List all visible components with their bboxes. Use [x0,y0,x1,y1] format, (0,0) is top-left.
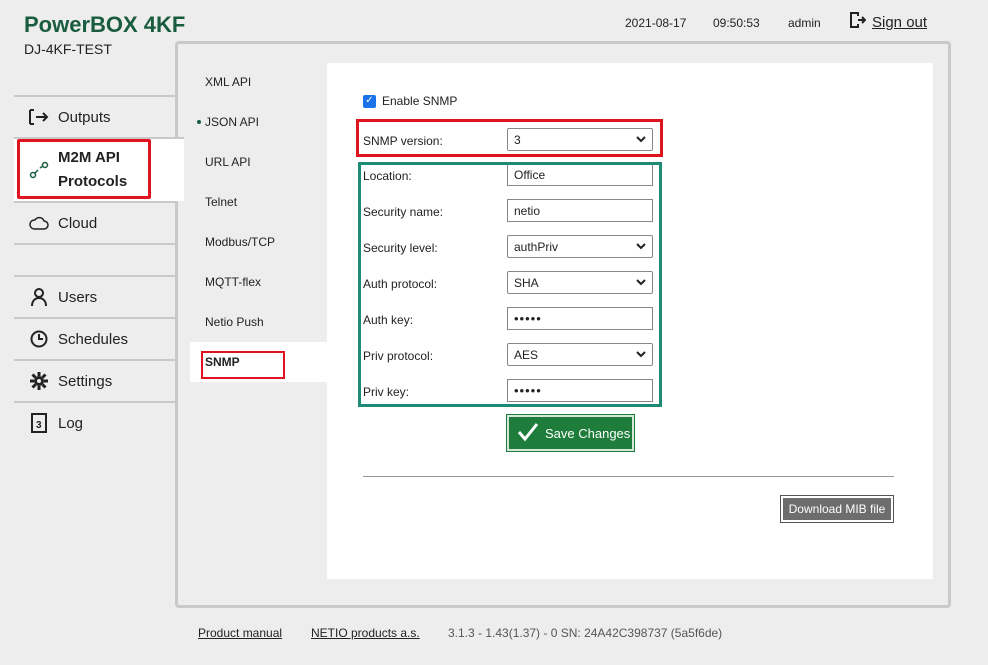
save-changes-label: Save Changes [545,425,631,441]
download-mib-button[interactable]: Download MIB file [780,495,894,523]
tab-json-api[interactable]: JSON API [190,102,327,142]
location-label: Location: [363,169,412,183]
chevron-down-icon [634,275,648,292]
enable-snmp-row: ✓ Enable SNMP [363,94,457,108]
tab-modbus-tcp[interactable]: Modbus/TCP [190,222,327,262]
priv-protocol-select[interactable]: AES [507,343,653,366]
tab-label: Telnet [205,195,238,209]
tab-label: Netio Push [205,315,264,329]
download-mib-label: Download MIB file [788,502,886,516]
sidebar-item-label: M2M API [58,149,120,166]
priv-protocol-value: AES [514,347,539,362]
enable-snmp-checkbox[interactable]: ✓ [363,94,376,108]
security-name-value: netio [514,203,541,218]
outputs-icon [28,109,50,125]
sidebar-item-m2m-api[interactable]: M2M API Protocols [14,137,184,201]
tab-netio-push[interactable]: Netio Push [190,302,327,342]
sign-out-link[interactable]: Sign out [848,11,927,33]
sidebar-item-label: Settings [58,372,113,390]
sign-out-icon [848,11,867,33]
tab-telnet[interactable]: Telnet [190,182,327,222]
user-display: admin [788,16,821,30]
sidebar-item-users[interactable]: Users [14,275,176,317]
sidebar-item-cloud[interactable]: Cloud [14,201,176,243]
m2m-icon [28,161,50,179]
snmp-version-value: 3 [514,132,521,147]
location-input[interactable]: Office [507,163,653,186]
priv-key-label: Priv key: [363,385,410,399]
auth-key-value: ••••• [514,311,542,326]
save-changes-button[interactable]: Save Changes [506,414,635,452]
snmp-version-select[interactable]: 3 [507,128,653,151]
security-name-input[interactable]: netio [507,199,653,222]
tab-label: Modbus/TCP [205,235,276,249]
security-level-select[interactable]: authPriv [507,235,653,258]
date-display: 2021-08-17 [625,16,687,30]
sidebar-item-log[interactable]: 3 Log [14,401,176,443]
sidebar-item-label: Outputs [58,108,111,126]
tab-snmp[interactable]: SNMP [190,342,327,382]
priv-key-input[interactable]: ••••• [507,379,653,402]
top-bar: 2021-08-17 09:50:53 admin Sign out [588,11,988,34]
time-display: 09:50:53 [713,16,760,30]
brand-title: PowerBOX 4KF [24,12,186,37]
company-link[interactable]: NETIO products a.s. [311,626,420,640]
sidebar-divider [14,243,176,275]
chevron-down-icon [634,347,648,364]
checkmark-icon [517,422,539,445]
auth-key-input[interactable]: ••••• [507,307,653,330]
tab-xml-api[interactable]: XML API [190,62,327,102]
sidebar: Outputs M2M API Protocols Cloud Users Sc… [14,95,184,443]
content-divider [363,476,894,477]
sidebar-item-label: Users [58,288,98,306]
enable-snmp-label: Enable SNMP [382,94,458,108]
auth-key-label: Auth key: [363,313,414,327]
security-name-label: Security name: [363,205,444,219]
security-level-value: authPriv [514,239,559,254]
tab-label: SNMP [205,355,240,369]
svg-text:3: 3 [36,420,42,431]
priv-key-value: ••••• [514,383,542,398]
tab-label: XML API [205,75,252,89]
product-manual-link[interactable]: Product manual [198,626,282,640]
clock-icon [28,330,50,348]
device-name: DJ-4KF-TEST [24,41,112,57]
sidebar-item-schedules[interactable]: Schedules [14,317,176,359]
snmp-version-label: SNMP version: [363,134,443,148]
tab-label: MQTT-flex [205,275,261,289]
sidebar-item-label: Cloud [58,214,98,232]
sidebar-item-outputs[interactable]: Outputs [14,95,176,137]
cloud-icon [28,216,50,230]
chevron-down-icon [634,132,648,149]
auth-protocol-value: SHA [514,275,539,290]
security-level-label: Security level: [363,241,438,255]
enabled-dot-icon [197,120,201,124]
sign-out-label: Sign out [872,13,928,31]
sidebar-item-label: Protocols [58,173,128,190]
tab-url-api[interactable]: URL API [190,142,327,182]
sidebar-item-settings[interactable]: Settings [14,359,176,401]
sidebar-item-label: Schedules [58,330,129,348]
auth-protocol-select[interactable]: SHA [507,271,653,294]
auth-protocol-label: Auth protocol: [363,277,438,291]
tab-label: URL API [205,155,251,169]
location-value: Office [514,167,546,182]
priv-protocol-label: Priv protocol: [363,349,434,363]
gear-icon [28,372,50,390]
user-icon [28,287,50,307]
protocol-subnav: XML API JSON API URL API Telnet Modbus/T… [190,62,327,382]
tab-mqtt-flex[interactable]: MQTT-flex [190,262,327,302]
sidebar-item-label: Log [58,414,84,432]
tab-label: JSON API [205,115,260,129]
chevron-down-icon [634,239,648,256]
version-info: 3.1.3 - 1.43(1.37) - 0 SN: 24A42C398737 … [448,626,723,640]
log-icon: 3 [28,413,50,433]
